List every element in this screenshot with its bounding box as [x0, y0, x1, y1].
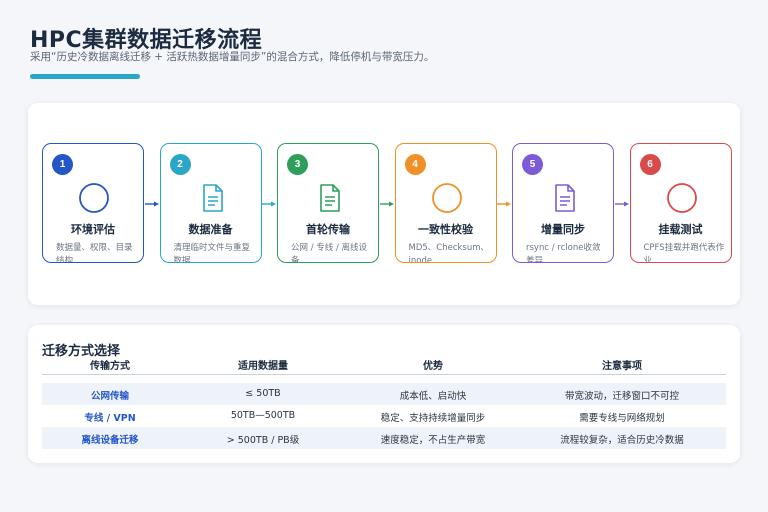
- table-cell-advantage: 稳定、支持持续增量同步: [380, 413, 486, 424]
- step-description: 数据量、权限、目录结构: [56, 243, 133, 263]
- table-cell-notes: 需要专线与网络规划: [579, 413, 665, 424]
- circle-icon: [431, 182, 463, 214]
- flow-step-2: 2 数据准备清理临时文件与重复数据: [159, 143, 262, 263]
- step-number-badge: 2: [169, 154, 191, 175]
- flow-step-6: 6 挂载测试 CPFS挂载并跑代表作业: [629, 143, 732, 263]
- table-cell-advantage: 成本低、启动快: [399, 391, 467, 402]
- table-cell-method: 离线设备迁移: [81, 435, 139, 446]
- page-subtitle: 采用“历史冷数据离线迁移 + 活跃热数据增量同步”的混合方式，降低停机与带宽压力…: [30, 51, 435, 63]
- step-number-badge: 3: [287, 154, 308, 175]
- circle-icon: [78, 182, 110, 214]
- migration-method-table-card: 迁移方式选择 传输方式 适用数据量 优势 注意事项 公网传输 ≤ 50TB 成本…: [28, 325, 740, 463]
- document-icon: [548, 182, 580, 214]
- flow-step-1: 1 环境评估数据量、权限、目录结构: [42, 143, 144, 263]
- step-description: 公网 / 专线 / 离线设备: [291, 243, 368, 263]
- step-number-badge: 1: [52, 154, 73, 175]
- flow-step-3: 3 首轮传输公网 / 专线 / 离线设备: [277, 143, 379, 263]
- table-cell-method: 公网传输: [90, 391, 129, 402]
- table-header-volume: 适用数据量: [238, 361, 288, 372]
- table-header-advantage: 优势: [423, 361, 443, 372]
- step-title: 一致性校验: [418, 223, 473, 236]
- table-cell-notes: 带宽波动，迁移窗口不可控: [564, 391, 679, 402]
- step-title: 首轮传输: [306, 223, 350, 236]
- table-cell-volume: > 500TB / PB级: [226, 435, 300, 446]
- title-accent-bar: [30, 74, 140, 79]
- step-title: 增量同步: [541, 223, 585, 236]
- flow-arrow-icon: [614, 201, 629, 207]
- step-title: 挂载测试: [658, 223, 703, 236]
- step-title: 数据准备: [188, 223, 233, 236]
- flow-card: 1 环境评估数据量、权限、目录结构 2 数据准备清理临时文件与重复数据 3 首轮传输公网 …: [28, 103, 740, 305]
- step-number-badge: 5: [522, 154, 543, 175]
- table-header-notes: 注意事项: [602, 361, 642, 372]
- step-description: CPFS挂载并跑代表作业: [643, 243, 725, 263]
- table-cell-volume: 50TB—500TB: [230, 410, 296, 421]
- table-cell-method: 专线 / VPN: [84, 413, 136, 424]
- flow-step-4: 4 一致性校验 MD5、Checksum、inode: [394, 143, 497, 263]
- circle-icon: [666, 182, 698, 214]
- document-icon: [196, 182, 228, 214]
- table-cell-notes: 流程较复杂，适合历史冷数据: [560, 435, 684, 446]
- step-number-badge: 6: [639, 154, 661, 175]
- flow-arrow-icon: [497, 201, 511, 207]
- table-cell-volume: ≤ 50TB: [245, 388, 281, 399]
- flow-arrow-icon: [262, 201, 276, 207]
- step-number-badge: 4: [404, 154, 426, 175]
- table-header: 传输方式 适用数据量 优势 注意事项: [42, 355, 726, 375]
- table-header-method: 传输方式: [90, 361, 130, 372]
- flow-arrow-icon: [144, 201, 159, 207]
- table-row: 专线 / VPN 50TB—500TB 稳定、支持持续增量同步 需要专线与网络规…: [42, 405, 726, 427]
- document-icon: [313, 182, 345, 214]
- table-row: 离线设备迁移 > 500TB / PB级 速度稳定，不占生产带宽 流程较复杂，适…: [42, 427, 726, 449]
- table-cell-advantage: 速度稳定，不占生产带宽: [380, 435, 486, 446]
- flow-step-5: 5 增量同步 rsync / rclone收敛差异: [512, 143, 614, 263]
- table-row: 公网传输 ≤ 50TB 成本低、启动快 带宽波动，迁移窗口不可控: [42, 383, 726, 405]
- flow-arrow-icon: [379, 201, 394, 207]
- step-title: 环境评估: [71, 223, 115, 236]
- step-description: 清理临时文件与重复数据: [173, 243, 251, 263]
- step-description: rsync / rclone收敛差异: [526, 243, 601, 263]
- step-description: MD5、Checksum、inode: [408, 243, 490, 263]
